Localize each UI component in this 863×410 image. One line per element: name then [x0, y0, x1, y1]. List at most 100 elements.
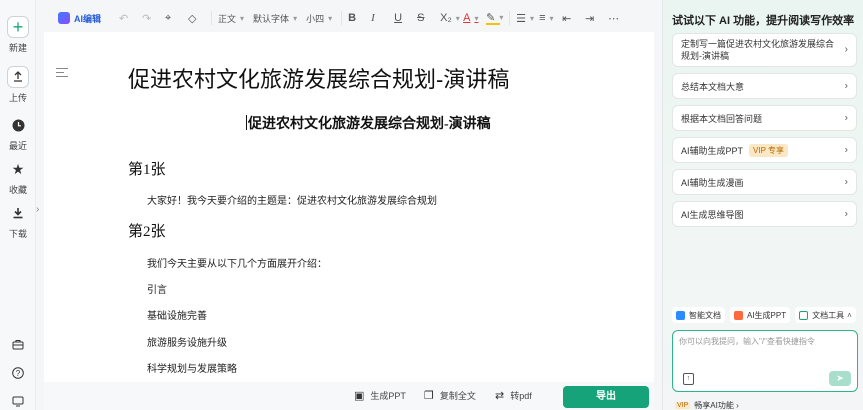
paragraph[interactable]: 我们今天主要从以下几个方面展开介绍： — [147, 255, 327, 270]
vip-badge: VIP 专享 — [749, 143, 788, 157]
toolbar-divider — [211, 11, 213, 25]
section-heading[interactable]: 第1张 — [128, 158, 166, 179]
send-button[interactable]: ➤ — [829, 371, 851, 386]
doc-tools-dropdown[interactable]: 文档工具 ˄ — [795, 307, 856, 323]
suggestion-label: AI辅助生成漫画 — [681, 177, 744, 188]
more-icon[interactable]: ⋯ — [608, 8, 622, 28]
suggestion-summarize[interactable]: 总结本文档大意 › — [672, 73, 857, 99]
suggestion-custom-write[interactable]: 定制写一篇促进农村文化旅游发展综合规划-演讲稿 › — [672, 33, 857, 67]
suggestion-mind-map[interactable]: AI生成思维导图 › — [672, 201, 857, 227]
suggestion-ai-comic[interactable]: AI辅助生成漫画 › — [672, 169, 857, 195]
convert-arrows-icon: ⇄ — [495, 390, 505, 402]
tool-label: 智能文档 — [689, 310, 721, 320]
left-rail: + 新建 上传 最近 ★ 收藏 下载 ? — [0, 0, 36, 410]
document-page[interactable]: 促进农村文化旅游发展综合规划-演讲稿 促进农村文化旅游发展综合规划-演讲稿 第1… — [44, 32, 654, 382]
ai-edit-button[interactable]: AI编辑 — [58, 8, 101, 28]
clock-icon — [7, 114, 29, 136]
doc-tools-icon — [799, 310, 809, 320]
generate-ppt-button[interactable]: ▣ 生成PPT — [354, 389, 406, 402]
outline-toggle-icon[interactable] — [56, 68, 68, 78]
chevron-right-icon: › — [844, 112, 848, 124]
recent-button[interactable]: 最近 — [0, 114, 36, 152]
paragraph[interactable]: 科学规划与发展策略 — [147, 360, 237, 375]
copy-icon: ❐ — [424, 390, 434, 402]
redo-icon[interactable]: ↷ — [142, 8, 156, 28]
favorites-button[interactable]: ★ 收藏 — [0, 158, 36, 196]
star-icon: ★ — [11, 160, 25, 177]
help-icon: ? — [7, 362, 29, 384]
chevron-up-icon: ˄ — [847, 310, 852, 320]
strikethrough-icon[interactable]: S — [417, 8, 431, 28]
format-toolbar: AI编辑 ↶ ↷ ⌖ ◇ 正文 默认字体 小四 B I U S X₂ A ✎ ☰… — [44, 4, 654, 32]
download-icon — [7, 202, 29, 224]
paragraph[interactable]: 引言 — [147, 281, 167, 296]
suggestion-label: AI辅助生成PPT — [681, 145, 744, 156]
suggestion-answer-questions[interactable]: 根据本文档回答问题 › — [672, 105, 857, 131]
paragraph[interactable]: 旅游服务设施升级 — [147, 334, 227, 349]
copy-all-label: 复制全文 — [439, 391, 476, 401]
ai-prompt-box: ↑ ➤ — [672, 330, 858, 392]
svg-text:?: ? — [16, 369, 21, 378]
document-subtitle-text: 促进农村文化旅游发展综合规划-演讲稿 — [248, 117, 491, 132]
numbered-list-icon[interactable]: ≡ — [539, 8, 553, 28]
tool-label: 文档工具 — [812, 310, 845, 320]
collapse-sidebar-chevron-icon[interactable]: › — [36, 204, 44, 215]
vip-tag: VIP — [675, 402, 691, 409]
ai-prompt-input[interactable] — [679, 336, 851, 366]
underline-icon[interactable]: U — [394, 8, 408, 28]
help-button[interactable]: ? — [0, 362, 36, 387]
chevron-right-icon: › — [844, 44, 848, 55]
suggestion-label: 根据本文档回答问题 — [681, 113, 763, 124]
attach-file-icon[interactable]: ↑ — [683, 373, 694, 385]
device-button[interactable] — [0, 390, 36, 410]
eraser-icon[interactable]: ◇ — [188, 8, 202, 28]
chevron-right-icon: › — [844, 80, 848, 92]
font-color-icon[interactable]: A — [463, 8, 477, 28]
download-button[interactable]: 下载 — [0, 202, 36, 240]
bullet-list-icon[interactable]: ☰ — [516, 8, 530, 28]
generate-ppt-label: 生成PPT — [370, 391, 406, 401]
tool-label: AI生成PPT — [747, 310, 787, 320]
ppt-icon: ▣ — [354, 390, 365, 402]
upload-icon — [7, 66, 29, 88]
suggestion-ai-ppt[interactable]: AI辅助生成PPT VIP 专享 › — [672, 137, 857, 163]
upload-button[interactable]: 上传 — [0, 66, 36, 104]
outdent-icon[interactable]: ⇤ — [562, 8, 576, 28]
font-size-select[interactable]: 小四 — [306, 8, 332, 28]
bottom-action-bar: ▣ 生成PPT ❐ 复制全文 ⇄ 转pdf 导出 — [44, 382, 654, 410]
highlight-icon[interactable]: ✎ — [486, 11, 501, 25]
vip-upsell-link[interactable]: VIP 畅享AI功能 › — [675, 400, 739, 410]
new-button[interactable]: + 新建 — [0, 16, 36, 54]
format-painter-icon[interactable]: ⌖ — [165, 8, 179, 28]
indent-icon[interactable]: ⇥ — [585, 8, 599, 28]
ai-logo-icon — [58, 12, 70, 24]
upload-label: 上传 — [8, 93, 27, 103]
toolbar-divider — [509, 11, 511, 25]
paragraph[interactable]: 大家好！我今天要介绍的主题是：促进农村文化旅游发展综合规划 — [147, 192, 437, 207]
chevron-right-icon: › — [844, 176, 848, 188]
ai-ppt-tool[interactable]: AI生成PPT — [730, 307, 791, 323]
document-title[interactable]: 促进农村文化旅游发展综合规划-演讲稿 — [128, 62, 509, 94]
subscript-icon[interactable]: X₂ — [440, 8, 454, 28]
ai-edit-label: AI编辑 — [74, 13, 102, 24]
bold-icon[interactable]: B — [348, 8, 362, 28]
export-button[interactable]: 导出 — [563, 386, 649, 408]
undo-icon[interactable]: ↶ — [119, 8, 133, 28]
copy-all-button[interactable]: ❐ 复制全文 — [424, 389, 476, 402]
to-pdf-button[interactable]: ⇄ 转pdf — [495, 389, 532, 402]
paragraph-style-select[interactable]: 正文 — [218, 8, 244, 28]
suggestion-label: AI生成思维导图 — [681, 209, 744, 220]
briefcase-icon — [7, 333, 29, 355]
font-family-select[interactable]: 默认字体 — [253, 8, 297, 28]
chevron-right-icon: › — [844, 144, 848, 156]
recent-label: 最近 — [8, 141, 27, 151]
smart-doc-tool[interactable]: 智能文档 — [672, 307, 725, 323]
paragraph[interactable]: 基础设施完善 — [147, 307, 207, 322]
chevron-right-icon: › — [844, 208, 848, 220]
briefcase-button[interactable] — [0, 333, 36, 358]
to-pdf-label: 转pdf — [510, 391, 532, 401]
download-label: 下载 — [8, 229, 27, 239]
document-subtitle[interactable]: 促进农村文化旅游发展综合规划-演讲稿 — [246, 113, 491, 133]
italic-icon[interactable]: I — [371, 8, 385, 28]
section-heading[interactable]: 第2张 — [128, 220, 166, 241]
